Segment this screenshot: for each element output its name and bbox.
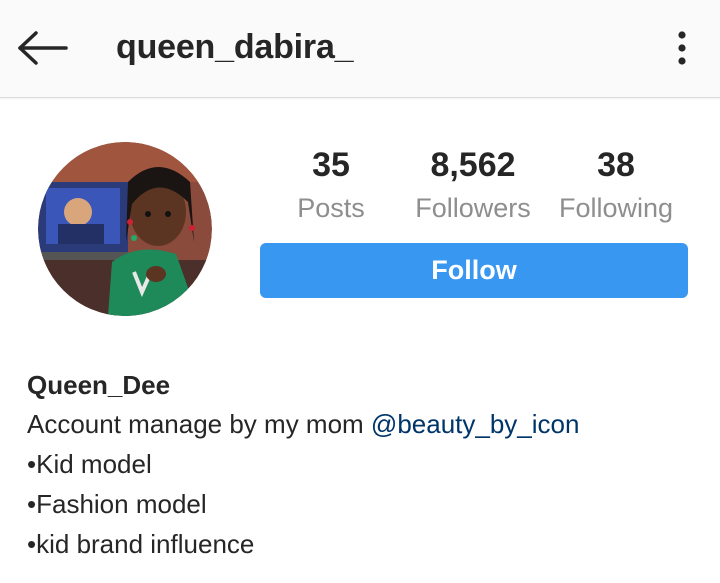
- followers-label: Followers: [415, 193, 531, 223]
- bio-line-3: •Fashion model: [27, 489, 207, 519]
- profile-screen: queen_dabira_ 35 Posts 8,562 Followers 3…: [0, 0, 720, 583]
- bio-line-2: •Kid model: [27, 449, 152, 479]
- back-button[interactable]: [14, 24, 70, 72]
- bio-line-4: •kid brand influence: [27, 529, 255, 559]
- arrow-left-icon: [18, 31, 68, 65]
- following-stat[interactable]: 38 Following: [541, 145, 691, 225]
- following-label: Following: [558, 193, 674, 223]
- more-options-button[interactable]: [664, 24, 700, 72]
- bio-display-name: Queen_Dee: [27, 370, 171, 400]
- top-bar: queen_dabira_: [0, 0, 720, 98]
- bio-mention-link[interactable]: @beauty_by_icon: [371, 409, 580, 439]
- bio-line-1: Account manage by my mom @beauty_by_icon: [27, 404, 707, 444]
- posts-label: Posts: [297, 193, 365, 223]
- followers-stat[interactable]: 8,562 Followers: [398, 145, 548, 225]
- vertical-ellipsis-icon: [678, 31, 686, 65]
- follow-button[interactable]: Follow: [260, 243, 688, 298]
- profile-photo: [38, 142, 212, 316]
- avatar[interactable]: [38, 142, 212, 316]
- followers-count: 8,562: [430, 146, 516, 184]
- bio: Queen_Dee Account manage by my mom @beau…: [27, 366, 707, 564]
- posts-stat[interactable]: 35 Posts: [256, 145, 406, 225]
- bio-line-1-text: Account manage by my mom: [27, 409, 371, 439]
- following-count: 38: [597, 146, 635, 184]
- posts-count: 35: [312, 146, 350, 184]
- page-title: queen_dabira_: [116, 28, 354, 66]
